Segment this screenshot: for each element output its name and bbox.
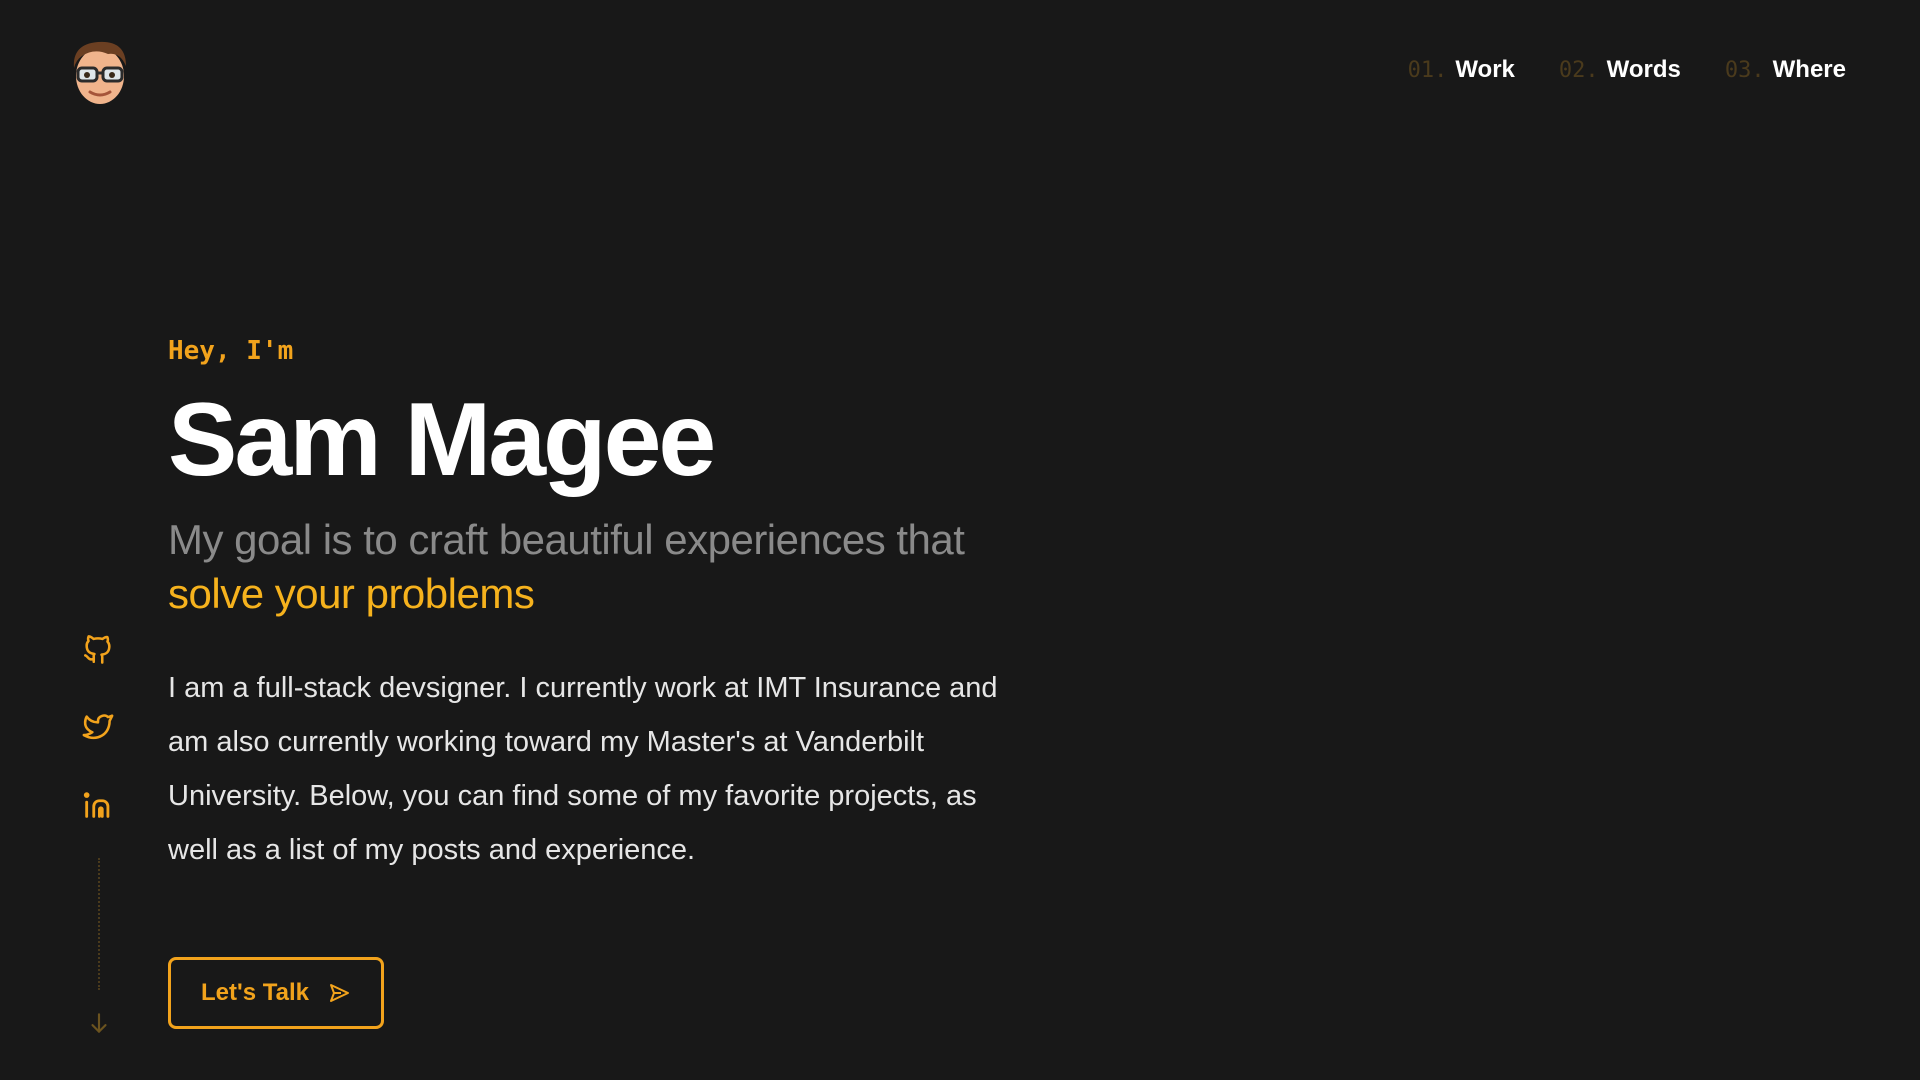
scroll-line [98,858,100,990]
lets-talk-button[interactable]: Let's Talk [168,957,384,1030]
nav-words-label: Words [1606,56,1681,83]
github-icon[interactable] [81,632,115,666]
tagline-highlight: solve your problems [168,570,535,618]
lets-talk-label: Let's Talk [201,979,309,1007]
social-links [80,632,116,822]
greeting: Hey, I'm [168,336,294,366]
bio-paragraph: I am a full-stack devsigner. I currently… [168,672,998,867]
tagline: My goal is to craft beautiful experience… [168,513,1048,621]
main-nav: 01. Work 02. Words 03. Where [1408,56,1846,84]
avatar[interactable] [68,36,132,108]
tagline-text: My goal is to craft beautiful experience… [168,516,965,564]
send-icon [329,984,349,1003]
nav-work-number: 01. [1407,58,1448,83]
nav-where[interactable]: 03. Where [1725,56,1846,84]
twitter-icon[interactable] [81,710,115,744]
nav-work[interactable]: 01. Work [1408,56,1515,84]
nav-where-label: Where [1772,56,1846,83]
nav-words[interactable]: 02. Words [1559,56,1681,84]
nav-words-number: 02. [1558,58,1599,83]
nav-work-label: Work [1455,56,1515,83]
nav-where-number: 03. [1724,58,1765,83]
hero-name: Sam Magee [168,382,716,498]
hero-section: Hey, I'm Sam Magee My goal is to craft b… [168,336,1048,1030]
linkedin-icon[interactable] [81,788,115,822]
arrow-down-icon[interactable] [86,1010,112,1036]
memoji-avatar-icon [73,41,126,104]
